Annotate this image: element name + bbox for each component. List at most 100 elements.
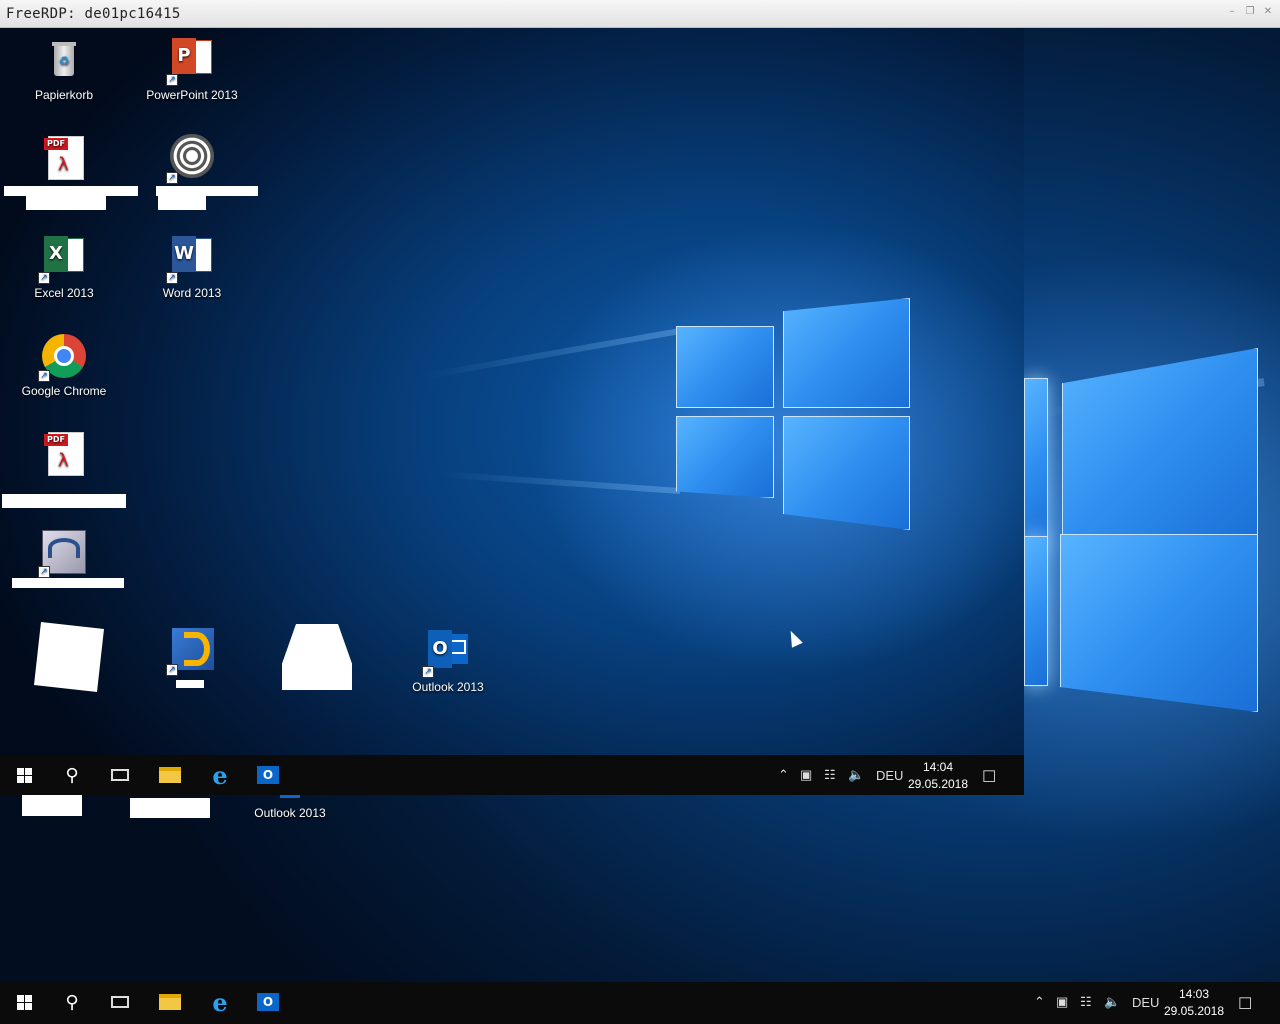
remote-taskbar: ⚲ e O ⌃ ▣ ☷ 🔈 DEU 14:04 29.05.2018 ☐: [0, 755, 1024, 795]
task-view-icon: [111, 996, 129, 1008]
internet-explorer-button[interactable]: e: [196, 982, 244, 1022]
file-explorer-button[interactable]: [146, 755, 194, 795]
outlook-taskbar-button[interactable]: O: [244, 982, 292, 1022]
light-beam: [440, 471, 681, 494]
icon-label: Excel 2013: [34, 286, 94, 300]
desktop-icon-app-2[interactable]: ↗: [136, 626, 248, 688]
pdf-document-icon: PDF λ: [40, 430, 88, 478]
redacted-label: [156, 186, 258, 196]
outlook-icon: O: [257, 993, 279, 1011]
icon-label: Outlook 2013: [254, 806, 326, 820]
remote-app-icon: ↗: [38, 528, 88, 578]
windows-logo-pane: [1062, 348, 1258, 544]
desktop-icon-pdf-2[interactable]: PDF λ: [2, 430, 126, 508]
icon-label: Outlook 2013: [412, 680, 484, 694]
task-view-button[interactable]: [96, 755, 144, 795]
internet-explorer-icon: e: [212, 987, 228, 1017]
excel-icon: X ↗: [38, 234, 88, 284]
chevron-up-icon[interactable]: ⌃: [778, 767, 789, 783]
desktop-icon-word[interactable]: W ↗ Word 2013: [136, 234, 248, 300]
start-button[interactable]: [0, 982, 48, 1022]
spiral-app-icon: ↗: [166, 134, 216, 184]
task-view-button[interactable]: [96, 982, 144, 1022]
desktop-icon-powerpoint[interactable]: P ↗ PowerPoint 2013: [136, 36, 248, 102]
network-icon[interactable]: ☷: [824, 767, 836, 783]
windows-logo-pane: [783, 298, 910, 408]
action-center-icon[interactable]: ☐: [982, 767, 996, 787]
close-icon[interactable]: ✕: [1262, 6, 1274, 18]
desktop-icon-pdf[interactable]: PDF λ: [4, 134, 138, 210]
icon-label: PowerPoint 2013: [146, 88, 238, 102]
outlook-taskbar-button[interactable]: O: [244, 755, 292, 795]
system-tray: ⌃ ▣ ☷ 🔈 DEU 14:04 29.05.2018 ☐: [770, 755, 1024, 795]
redacted-label: [22, 794, 82, 816]
clock-date: 29.05.2018: [907, 777, 969, 791]
search-button[interactable]: ⚲: [48, 982, 96, 1022]
icon-label: Papierkorb: [34, 88, 94, 102]
desktop-icon-chrome[interactable]: ↗ Google Chrome: [8, 332, 120, 398]
windows-start-icon: [16, 767, 32, 783]
redacted-label: [4, 186, 138, 196]
internet-explorer-button[interactable]: e: [196, 755, 244, 795]
recycle-bin-icon: ♻: [40, 36, 88, 84]
redacted-label: [26, 196, 106, 210]
battery-icon[interactable]: ▣: [1056, 994, 1068, 1010]
desktop-icon-outlook[interactable]: O ↗ Outlook 2013: [392, 628, 504, 694]
icon-label: Word 2013: [162, 286, 222, 300]
desktop-icon-remote-app[interactable]: ↗: [8, 528, 124, 588]
network-icon[interactable]: ☷: [1080, 994, 1092, 1010]
task-view-icon: [111, 769, 129, 781]
light-beam: [423, 328, 681, 380]
windows-logo-pane: [676, 326, 774, 408]
desktop-icon-app[interactable]: ↗: [136, 134, 258, 210]
redacted-label: [130, 798, 210, 818]
battery-icon[interactable]: ▣: [800, 767, 812, 783]
language-indicator[interactable]: DEU: [1132, 995, 1159, 1010]
language-indicator[interactable]: DEU: [876, 768, 903, 783]
volume-muted-icon[interactable]: 🔈: [848, 767, 864, 783]
outlook-icon: O ↗: [422, 628, 472, 678]
arrow-app-icon: ↗: [166, 626, 216, 676]
rdp-title-bar[interactable]: FreeRDP: de01pc16415 – ❐ ✕: [0, 0, 1280, 28]
volume-muted-icon[interactable]: 🔈: [1104, 994, 1120, 1010]
windows-logo-pane: [676, 416, 774, 498]
redacted-label: [158, 196, 206, 210]
search-button[interactable]: ⚲: [48, 755, 96, 795]
clock[interactable]: 14:03 29.05.2018: [1159, 986, 1229, 1020]
remote-desktop: ♻ Papierkorb P ↗ PowerPoint 2013 PDF λ ↗: [0, 28, 1024, 755]
system-tray: ⌃ ▣ ☷ 🔈 DEU 14:03 29.05.2018 ☐: [1026, 982, 1280, 1022]
desktop-icon-recycle-bin[interactable]: ♻ Papierkorb: [8, 36, 120, 102]
search-icon: ⚲: [65, 991, 79, 1013]
clock-time: 14:03: [1178, 987, 1210, 1001]
windows-logo-pane: [1024, 536, 1048, 686]
restore-icon[interactable]: ❐: [1244, 6, 1256, 18]
search-icon: ⚲: [65, 764, 79, 786]
redacted-label: [12, 578, 124, 588]
redacted-label: [176, 680, 204, 688]
chevron-up-icon[interactable]: ⌃: [1034, 994, 1045, 1010]
redacted-label: [2, 494, 126, 508]
internet-explorer-icon: e: [212, 760, 228, 790]
mouse-cursor: [785, 628, 803, 648]
minimize-icon[interactable]: –: [1226, 6, 1238, 18]
clock-date: 29.05.2018: [1163, 1004, 1225, 1018]
start-button[interactable]: [0, 755, 48, 795]
word-icon: W ↗: [166, 234, 216, 284]
action-center-icon[interactable]: ☐: [1238, 994, 1252, 1014]
chrome-icon: ↗: [38, 332, 88, 382]
windows-logo-pane: [783, 416, 910, 530]
powerpoint-icon: P ↗: [166, 36, 216, 86]
clock[interactable]: 14:04 29.05.2018: [903, 759, 973, 793]
local-taskbar: ⚲ e O ⌃ ▣ ☷ 🔈 DEU 14:03 29.05.2018 ☐: [0, 982, 1280, 1024]
redacted-icon: [282, 624, 352, 690]
windows-logo-pane: [1060, 534, 1258, 712]
redacted-icon: [34, 622, 104, 692]
window-title: FreeRDP: de01pc16415: [6, 6, 181, 22]
desktop-icon-excel[interactable]: X ↗ Excel 2013: [8, 234, 120, 300]
folder-icon: [159, 994, 181, 1010]
windows-start-icon: [16, 994, 32, 1010]
folder-icon: [159, 767, 181, 783]
windows-logo-pane: [1024, 378, 1048, 548]
file-explorer-button[interactable]: [146, 982, 194, 1022]
outlook-icon: O: [257, 766, 279, 784]
